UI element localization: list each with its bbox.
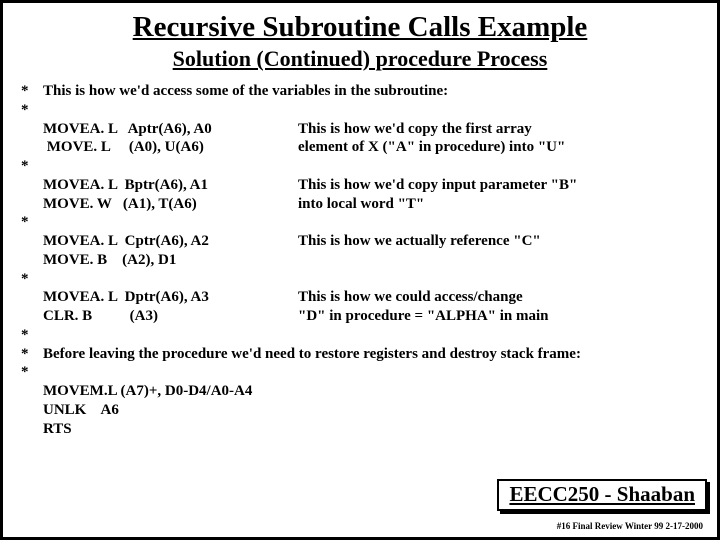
star-bullet: * (21, 101, 43, 120)
star-bullet: * (21, 345, 43, 364)
restore-text: Before leaving the procedure we'd need t… (43, 345, 581, 364)
star-bullet: * (21, 82, 43, 101)
code-line: RTS (43, 420, 298, 439)
comment-line: into local word "T" (298, 195, 699, 214)
comment-line: This is how we'd copy the first array (298, 120, 699, 139)
code-line: MOVE. L (A0), U(A6) (43, 138, 298, 157)
code-line: UNLK A6 (43, 401, 298, 420)
code-line: MOVEA. L Bptr(A6), A1 (43, 176, 298, 195)
comment-line: This is how we'd copy input parameter "B… (298, 176, 699, 195)
slide-subtitle: Solution (Continued) procedure Process (21, 46, 699, 72)
comment-line: "D" in procedure = "ALPHA" in main (298, 307, 699, 326)
code-line: MOVEA. L Cptr(A6), A2 (43, 232, 298, 251)
star-bullet: * (21, 157, 43, 176)
slide-number-note: #16 Final Review Winter 99 2-17-2000 (557, 521, 703, 531)
slide-frame: Recursive Subroutine Calls Example Solut… (0, 0, 720, 540)
code-line: MOVE. W (A1), T(A6) (43, 195, 298, 214)
intro-text: This is how we'd access some of the vari… (43, 82, 448, 101)
code-line: MOVEA. L Aptr(A6), A0 (43, 120, 298, 139)
star-bullet: * (21, 270, 43, 289)
code-line: MOVEM.L (A7)+, D0-D4/A0-A4 (43, 382, 298, 401)
slide-body: * This is how we'd access some of the va… (21, 82, 699, 438)
comment-line: element of X ("A" in procedure) into "U" (298, 138, 699, 157)
code-line: MOVEA. L Dptr(A6), A3 (43, 288, 298, 307)
code-line: MOVE. B (A2), D1 (43, 251, 298, 270)
star-bullet: * (21, 326, 43, 345)
code-line: CLR. B (A3) (43, 307, 298, 326)
comment-line (298, 251, 699, 270)
star-bullet: * (21, 363, 43, 382)
course-footer: EECC250 - Shaaban (497, 479, 707, 511)
star-bullet: * (21, 213, 43, 232)
slide-title: Recursive Subroutine Calls Example (21, 11, 699, 44)
comment-line: This is how we actually reference "C" (298, 232, 699, 251)
comment-line: This is how we could access/change (298, 288, 699, 307)
